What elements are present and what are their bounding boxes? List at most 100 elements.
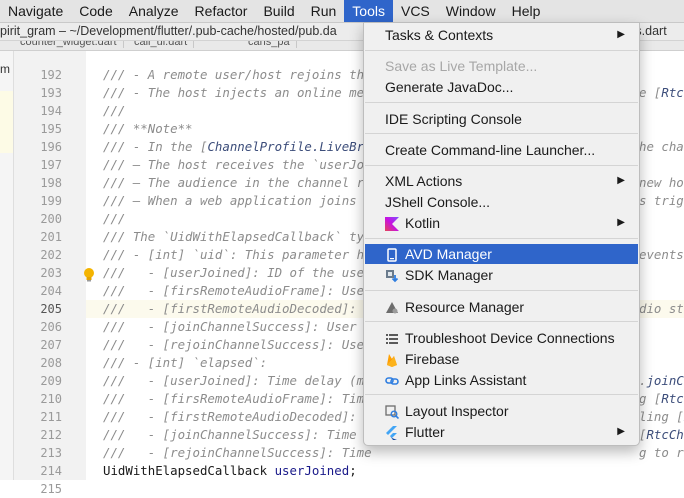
code-line: /// - [rejoinChannelSuccess]: Time <box>103 444 372 462</box>
menu-navigate[interactable]: Navigate <box>0 0 71 22</box>
code-line: /// - [int] `uid`: This parameter has <box>103 246 379 264</box>
menu-item-layout-inspector[interactable]: Layout Inspector <box>365 401 638 421</box>
code-line: /// - [firsRemoteAudioFrame]: Time <box>103 390 372 408</box>
menu-item-label: Tasks & Contexts <box>385 25 493 45</box>
code-line-fragment: dio str <box>639 300 684 318</box>
line-number: 210 <box>14 390 62 408</box>
resource-manager-icon <box>385 300 399 314</box>
line-number: 207 <box>14 336 62 354</box>
line-number: 208 <box>14 354 62 372</box>
menu-item-jshell-console[interactable]: JShell Console... <box>365 192 638 212</box>
menu-item-firebase[interactable]: Firebase <box>365 349 638 369</box>
doc-reference: RtcE <box>661 85 684 100</box>
comment-text: e [ <box>639 85 661 100</box>
comment-text: ling [ <box>639 409 684 424</box>
menu-refactor[interactable]: Refactor <box>187 0 256 22</box>
code-line-fragment: he chann <box>639 138 684 156</box>
project-panel-highlight <box>0 91 13 153</box>
menu-separator <box>365 133 638 134</box>
firebase-icon <box>385 352 399 366</box>
menu-item-label: Create Command-line Launcher... <box>385 140 595 160</box>
menu-item-label: SDK Manager <box>405 265 493 285</box>
project-panel-label: m <box>0 62 10 76</box>
menu-item-label: Resource Manager <box>405 297 524 317</box>
menu-tools[interactable]: Tools <box>344 0 393 22</box>
code-line: /// - [userJoined]: ID of the user <box>103 264 372 282</box>
menu-item-sdk-manager[interactable]: SDK Manager <box>365 265 638 285</box>
menu-item-label: Save as Live Template... <box>385 56 537 76</box>
flutter-icon <box>385 425 399 439</box>
code-line: /// - [firstRemoteAudioDecoded]: Us <box>103 300 379 318</box>
menu-item-ide-scripting-console[interactable]: IDE Scripting Console <box>365 109 638 129</box>
menu-build[interactable]: Build <box>255 0 302 22</box>
menu-item-troubleshoot-device-connections[interactable]: Troubleshoot Device Connections <box>365 328 638 348</box>
submenu-arrow-icon: ▶ <box>617 25 625 45</box>
menubar: NavigateCodeAnalyzeRefactorBuildRunTools… <box>0 0 684 23</box>
code-line: /// — The audience in the channel re <box>103 174 372 192</box>
code-line: /// - A remote user/host rejoins the <box>103 66 372 84</box>
code-line: /// - [joinChannelSuccess]: User ID <box>103 318 379 336</box>
menu-separator <box>365 238 638 239</box>
type-name: UidWithElapsedCallback <box>103 463 275 478</box>
menu-separator <box>365 394 638 395</box>
line-number: 200 <box>14 210 62 228</box>
menu-help[interactable]: Help <box>504 0 549 22</box>
code-line-fragment: [RtcCha <box>639 426 684 444</box>
line-number: 214 <box>14 462 62 480</box>
menu-item-flutter[interactable]: Flutter ▶ <box>365 422 638 442</box>
submenu-arrow-icon: ▶ <box>617 171 625 191</box>
line-number: 211 <box>14 408 62 426</box>
menu-code[interactable]: Code <box>71 0 120 22</box>
menu-item-label: Troubleshoot Device Connections <box>405 328 615 348</box>
menu-run[interactable]: Run <box>303 0 345 22</box>
menu-item-label: Flutter <box>405 422 445 442</box>
line-number-gutter: 1921931941951961971981992002012022032042… <box>14 51 86 480</box>
code-line: /// - The host injects an online medi <box>103 84 379 102</box>
layout-inspector-icon <box>385 404 399 418</box>
menu-item-generate-javadoc[interactable]: Generate JavaDoc... <box>365 77 638 97</box>
code-line: /// - [firsRemoteAudioFrame]: User <box>103 282 372 300</box>
menu-vcs[interactable]: VCS <box>393 0 438 22</box>
menu-item-kotlin[interactable]: Kotlin▶ <box>365 213 638 233</box>
menu-separator <box>365 321 638 322</box>
code-line: /// - [firstRemoteAudioDecoded]: Ti <box>103 408 379 426</box>
editor-tab[interactable]: counter_widget.dart <box>14 41 124 48</box>
project-path: pirit_gram – ~/Development/flutter/.pub-… <box>0 23 337 40</box>
line-number: 213 <box>14 444 62 462</box>
editor-tab[interactable]: call_ui.dart <box>128 41 194 48</box>
list-icon <box>385 331 399 345</box>
menu-item-label: JShell Console... <box>385 192 490 212</box>
comment-text: /// - In the [ <box>103 139 207 154</box>
menu-item-avd-manager[interactable]: AVD Manager <box>365 244 638 264</box>
lightbulb-icon[interactable] <box>82 267 96 283</box>
menu-separator <box>365 290 638 291</box>
line-number: 204 <box>14 282 62 300</box>
menu-item-label: AVD Manager <box>405 244 492 264</box>
menu-item-label: App Links Assistant <box>405 370 526 390</box>
menu-item-resource-manager[interactable]: Resource Manager <box>365 297 638 317</box>
doc-reference: joinCh <box>646 373 684 388</box>
line-number: 199 <box>14 192 62 210</box>
menu-item-tasks-contexts[interactable]: Tasks & Contexts ▶ <box>365 25 638 45</box>
menu-separator <box>365 50 638 51</box>
menu-item-label: Kotlin <box>405 213 440 233</box>
line-number: 193 <box>14 84 62 102</box>
editor-tab[interactable]: cans_pa <box>242 41 297 48</box>
project-panel: m <box>0 51 14 480</box>
menu-item-xml-actions[interactable]: XML Actions▶ <box>365 171 638 191</box>
identifier: userJoined <box>275 463 350 478</box>
menu-window[interactable]: Window <box>438 0 504 22</box>
tools-menu: Tasks & Contexts ▶ Save as Live Template..… <box>363 22 640 446</box>
code-line: /// **Note** <box>103 120 193 138</box>
doc-reference: RtcCha <box>646 427 684 442</box>
menu-item-create-command-line-launcher[interactable]: Create Command-line Launcher... <box>365 140 638 160</box>
code-line: /// — The host receives the `userJoi <box>103 156 372 174</box>
submenu-arrow-icon: ▶ <box>617 422 625 442</box>
line-number: 212 <box>14 426 62 444</box>
code-line: /// - [rejoinChannelSuccess]: User <box>103 336 372 354</box>
menu-analyze[interactable]: Analyze <box>121 0 187 22</box>
menu-item-save-as-live-template: Save as Live Template... <box>365 56 638 76</box>
line-number: 205 <box>14 300 62 318</box>
line-number: 194 <box>14 102 62 120</box>
menu-item-app-links-assistant[interactable]: App Links Assistant <box>365 370 638 390</box>
